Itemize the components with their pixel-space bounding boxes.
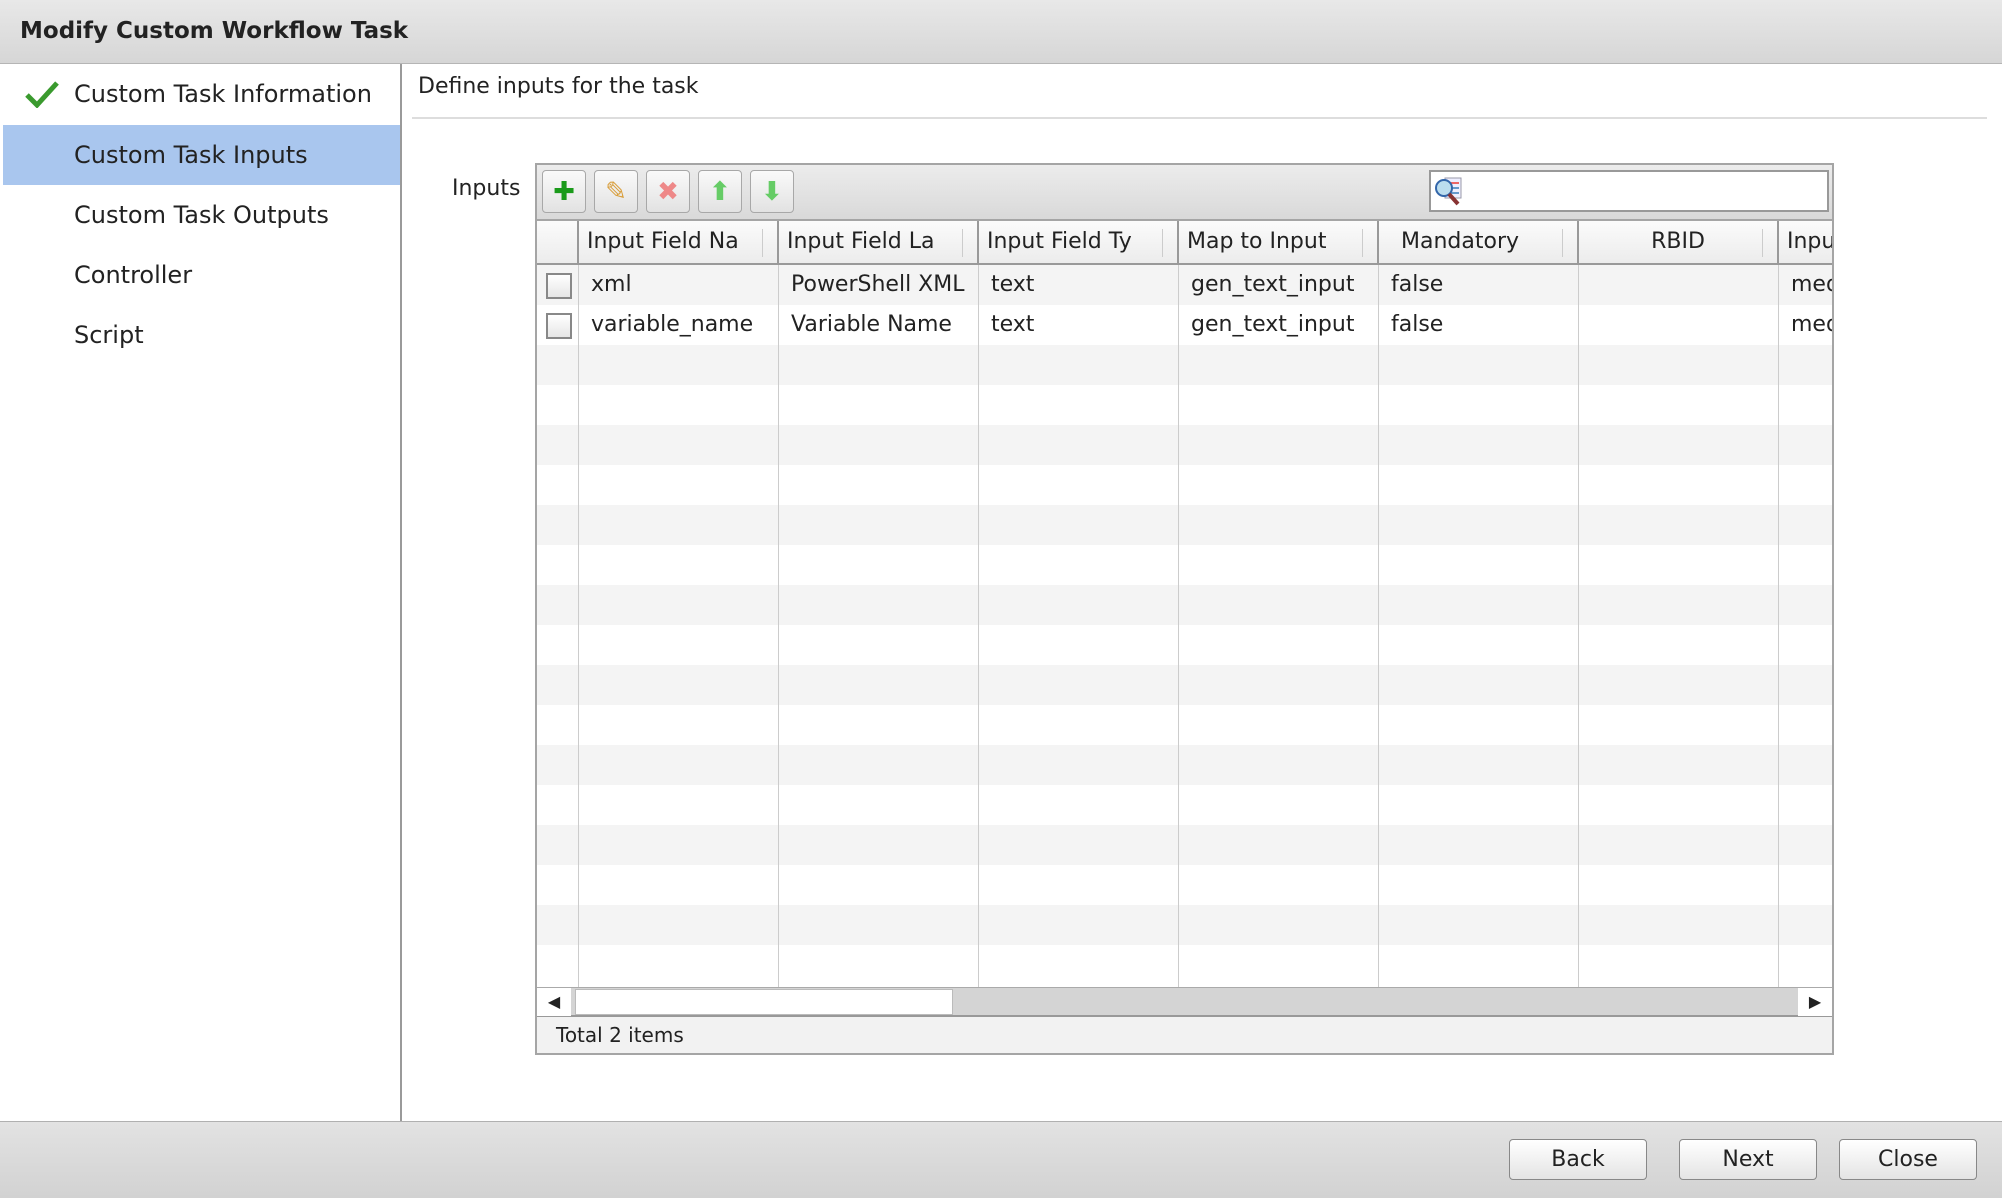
column-header-label: Inpu [1787,229,1832,254]
add-button[interactable]: ✚ [542,170,586,213]
sidebar-item-controller[interactable]: Controller [3,245,400,305]
search-input[interactable] [1429,170,1829,212]
inputs-label: Inputs [452,176,521,201]
scroll-left-icon[interactable]: ◀ [537,988,571,1016]
table-status: Total 2 items [537,1017,1832,1053]
close-button[interactable]: Close [1839,1139,1977,1180]
divider [412,117,1987,119]
sidebar-item-label: Custom Task Inputs [74,141,308,169]
table-cell [1579,305,1779,345]
empty-row [537,945,1832,985]
column-header-label: Input Field Na [587,229,739,254]
table-cell: gen_text_input [1191,272,1355,297]
move-down-button[interactable]: ⬇ [750,170,794,213]
back-button[interactable]: Back [1509,1139,1647,1180]
row-checkbox[interactable] [546,313,572,339]
table-row[interactable]: variable_name Variable Name text gen_text_i… [537,305,1832,345]
empty-row [537,545,1832,585]
empty-row [537,345,1832,385]
horizontal-scrollbar[interactable]: ◀ ▶ [537,987,1832,1017]
empty-row [537,465,1832,505]
empty-row [537,905,1832,945]
edit-button[interactable]: ✎ [594,170,638,213]
column-header-label: Input Field La [787,229,935,254]
window-title: Modify Custom Workflow Task [20,18,409,44]
table-toolbar: ✚ ✎ ✖ ⬆ ⬇ [537,165,1832,221]
checkmark-icon [25,81,59,108]
sidebar-item-custom-task-outputs[interactable]: Custom Task Outputs [3,185,400,245]
empty-row [537,705,1832,745]
table-row[interactable]: xml PowerShell XML text gen_text_input fals… [537,265,1832,305]
table-cell: Variable Name [791,312,952,337]
column-header[interactable]: Inpu [1779,221,1832,265]
column-header-label: Input Field Ty [987,229,1132,254]
scroll-right-icon[interactable]: ▶ [1798,988,1832,1016]
empty-row [537,385,1832,425]
sidebar-item-label: Script [74,321,144,349]
wizard-steps-sidebar: Custom Task Information Custom Task Inpu… [3,64,402,1121]
column-divider [1578,265,1579,987]
row-checkbox[interactable] [546,273,572,299]
column-divider [578,265,579,987]
empty-row [537,625,1832,665]
column-divider [1178,265,1179,987]
column-divider [1778,265,1779,987]
column-divider [1378,265,1379,987]
search-filter-icon [1435,177,1462,206]
column-header-label: Mandatory [1401,229,1520,254]
move-up-icon: ⬆ [709,176,731,207]
column-header[interactable]: Input Field Na [579,221,779,265]
column-divider [778,265,779,987]
empty-row [537,825,1832,865]
select-all-header [537,221,579,265]
inputs-grid: Input Field Na Input Field La Input Fiel… [537,221,1832,987]
column-divider [978,265,979,987]
inputs-table-panel: ✚ ✎ ✖ ⬆ ⬇ Input Field Na Input Field La … [535,163,1834,1055]
column-header[interactable]: Input Field Ty [979,221,1179,265]
table-cell: PowerShell XML [791,272,965,297]
column-header[interactable]: Mandatory [1379,221,1579,265]
table-cell: variable_name [591,312,754,337]
delete-icon: ✖ [657,176,679,207]
table-cell: xml [591,272,632,297]
sidebar-item-custom-task-inputs[interactable]: Custom Task Inputs [3,125,400,185]
sidebar-item-label: Controller [74,261,193,289]
empty-row [537,665,1832,705]
bottom-bar: Back Next Close [0,1121,2002,1198]
title-bar: Modify Custom Workflow Task [0,0,2002,64]
table-cell: med [1791,272,1832,297]
empty-row [537,745,1832,785]
column-header-label: RBID [1651,229,1705,254]
table-cell: text [991,272,1035,297]
sidebar-item-script[interactable]: Script [3,305,400,365]
scrollbar-thumb[interactable] [575,989,953,1015]
table-cell: false [1391,272,1444,297]
column-header[interactable]: RBID [1579,221,1779,265]
move-up-button[interactable]: ⬆ [698,170,742,213]
table-cell: false [1391,312,1444,337]
next-button[interactable]: Next [1679,1139,1817,1180]
empty-row [537,505,1832,545]
column-header[interactable]: Input Field La [779,221,979,265]
empty-row [537,865,1832,905]
empty-row [537,425,1832,465]
column-header[interactable]: Map to Input [1179,221,1379,265]
empty-row [537,585,1832,625]
add-icon: ✚ [553,176,575,207]
edit-icon: ✎ [605,176,627,207]
move-down-icon: ⬇ [761,176,783,207]
column-header-label: Map to Input [1187,229,1327,254]
sidebar-item-custom-task-information[interactable]: Custom Task Information [3,64,400,124]
sidebar-item-label: Custom Task Outputs [74,201,329,229]
table-cell: text [991,312,1035,337]
table-cell: gen_text_input [1191,312,1355,337]
sidebar-item-label: Custom Task Information [74,80,372,108]
table-cell [1579,265,1779,305]
empty-row [537,785,1832,825]
section-heading: Define inputs for the task [418,74,699,99]
table-cell: med [1791,312,1832,337]
delete-button[interactable]: ✖ [646,170,690,213]
